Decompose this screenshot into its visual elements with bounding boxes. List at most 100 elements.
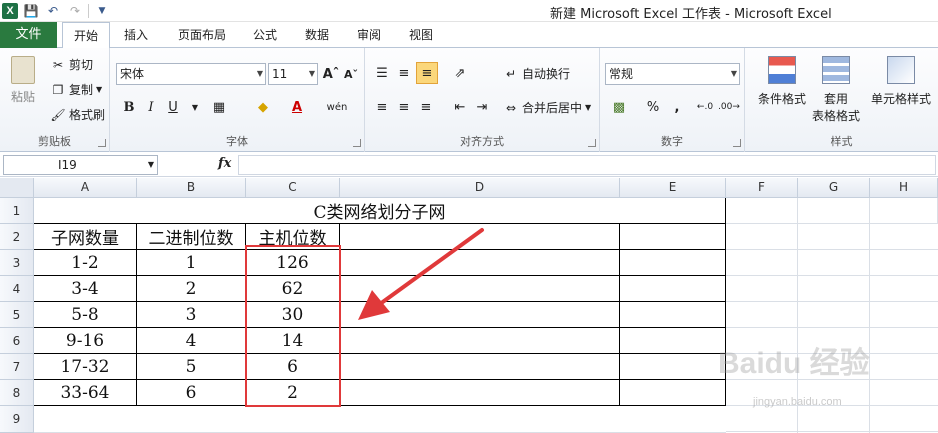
font-name-select[interactable]: 宋体 ▼	[116, 63, 266, 85]
row-header-3[interactable]: 3	[0, 250, 34, 276]
table-cell[interactable]: 17-32	[34, 354, 137, 380]
align-right-icon[interactable]: ≡	[415, 96, 437, 118]
increase-indent-icon[interactable]: ⇥	[471, 96, 493, 118]
comma-button[interactable]: ,	[666, 96, 688, 118]
table-cell[interactable]: 6	[137, 380, 246, 406]
tab-page-layout[interactable]: 页面布局	[170, 22, 234, 48]
cell-empty[interactable]	[620, 328, 726, 354]
customize-qat-icon[interactable]: ▼	[93, 2, 111, 20]
dialog-launcher-icon[interactable]	[98, 139, 106, 147]
cell-empty[interactable]	[620, 380, 726, 406]
paste-button[interactable]: 粘贴	[8, 56, 38, 105]
cell-empty[interactable]	[870, 198, 938, 224]
increase-decimal-icon[interactable]: ←.0	[694, 96, 716, 118]
undo-icon[interactable]: ↶	[44, 2, 62, 20]
dialog-launcher-icon[interactable]	[588, 139, 596, 147]
underline-button[interactable]: U	[162, 96, 184, 118]
table-cell[interactable]: 5	[137, 354, 246, 380]
table-cell[interactable]: 1	[137, 250, 246, 276]
tab-insert[interactable]: 插入	[114, 22, 158, 48]
dialog-launcher-icon[interactable]	[353, 139, 361, 147]
table-cell[interactable]: 9-16	[34, 328, 137, 354]
cell-styles-button[interactable]: 单元格样式	[865, 56, 937, 107]
formula-input[interactable]	[238, 155, 936, 175]
table-cell[interactable]: 2	[137, 276, 246, 302]
grow-font-icon[interactable]: Aˆ	[320, 63, 342, 85]
cell-empty[interactable]	[620, 302, 726, 328]
fill-color-icon[interactable]: ◆	[252, 96, 274, 118]
font-color-icon[interactable]: A	[286, 96, 308, 118]
orientation-icon[interactable]: ⇗	[449, 62, 471, 84]
decrease-indent-icon[interactable]: ⇤	[449, 96, 471, 118]
tab-file[interactable]: 文件	[0, 22, 57, 48]
row-header-2[interactable]: 2	[0, 224, 34, 250]
sheet-title-cell[interactable]: C类网络划分子网	[34, 198, 726, 224]
cell-empty[interactable]	[726, 198, 798, 224]
column-header-a[interactable]: A	[34, 178, 137, 198]
table-cell[interactable]: 3-4	[34, 276, 137, 302]
tab-view[interactable]: 视图	[400, 22, 442, 48]
column-header-b[interactable]: B	[137, 178, 246, 198]
tab-home[interactable]: 开始	[62, 22, 110, 49]
conditional-format-button[interactable]: 条件格式	[751, 56, 813, 107]
row-header-6[interactable]: 6	[0, 328, 34, 354]
phonetic-icon[interactable]: wén	[326, 96, 348, 118]
percent-button[interactable]: %	[642, 96, 664, 118]
row-header-7[interactable]: 7	[0, 354, 34, 380]
wrap-text-button[interactable]: ↵ 自动换行	[503, 65, 570, 82]
tab-formulas[interactable]: 公式	[244, 22, 286, 48]
copy-button[interactable]: ❐ 复制 ▼	[50, 81, 103, 98]
bold-button[interactable]: B	[118, 96, 140, 118]
column-header-c[interactable]: C	[246, 178, 340, 198]
cut-button[interactable]: ✂ 剪切	[50, 56, 93, 73]
borders-icon[interactable]: ▦	[208, 96, 230, 118]
cell-empty[interactable]	[340, 328, 620, 354]
row-header-9[interactable]: 9	[0, 406, 34, 433]
tab-review[interactable]: 审阅	[348, 22, 390, 48]
italic-button[interactable]: I	[140, 96, 162, 118]
table-cell[interactable]: 1-2	[34, 250, 137, 276]
currency-icon[interactable]: ▩	[608, 96, 630, 118]
row-header-1[interactable]: 1	[0, 198, 34, 224]
merge-center-button[interactable]: ⇔ 合并后居中 ▼	[503, 99, 591, 116]
row-9-cells[interactable]	[34, 406, 726, 433]
format-painter-button[interactable]: 🖌 格式刷	[50, 106, 105, 123]
cell-empty[interactable]	[620, 224, 726, 250]
dialog-launcher-icon[interactable]	[733, 139, 741, 147]
select-all-corner[interactable]	[0, 178, 34, 198]
column-header-f[interactable]: F	[726, 178, 798, 198]
table-cell[interactable]: 4	[137, 328, 246, 354]
align-left-icon[interactable]: ≡	[371, 96, 393, 118]
font-size-select[interactable]: 11 ▼	[268, 63, 318, 85]
table-cell[interactable]: 33-64	[34, 380, 137, 406]
redo-icon[interactable]: ↷	[66, 2, 84, 20]
column-header-g[interactable]: G	[798, 178, 870, 198]
column-header-d[interactable]: D	[340, 178, 620, 198]
header-cell-binary-bits[interactable]: 二进制位数	[137, 224, 246, 250]
align-top-icon[interactable]: ☰	[371, 62, 393, 84]
row-header-8[interactable]: 8	[0, 380, 34, 406]
align-middle-icon[interactable]: ≡	[393, 62, 415, 84]
row-header-5[interactable]: 5	[0, 302, 34, 328]
align-bottom-icon[interactable]: ≡	[416, 62, 438, 84]
tab-data[interactable]: 数据	[296, 22, 338, 48]
insert-function-icon[interactable]: fx	[218, 156, 231, 171]
save-icon[interactable]: 💾	[22, 2, 40, 20]
format-as-table-button[interactable]: 套用 表格格式	[805, 56, 867, 124]
header-cell-subnet-count[interactable]: 子网数量	[34, 224, 137, 250]
align-center-icon[interactable]: ≡	[393, 96, 415, 118]
column-header-h[interactable]: H	[870, 178, 938, 198]
name-box[interactable]: I19 ▼	[3, 155, 158, 175]
chevron-down-icon[interactable]: ▼	[184, 96, 206, 118]
decrease-decimal-icon[interactable]: .00→	[718, 96, 740, 118]
shrink-font-icon[interactable]: Aˇ	[340, 63, 362, 85]
cell-empty[interactable]	[798, 198, 870, 224]
cell-empty[interactable]	[620, 354, 726, 380]
table-cell[interactable]: 3	[137, 302, 246, 328]
number-format-select[interactable]: 常规 ▼	[605, 63, 740, 85]
cell-empty[interactable]	[620, 250, 726, 276]
cell-empty[interactable]	[340, 354, 620, 380]
cell-empty[interactable]	[620, 276, 726, 302]
row-header-4[interactable]: 4	[0, 276, 34, 302]
column-header-e[interactable]: E	[620, 178, 726, 198]
